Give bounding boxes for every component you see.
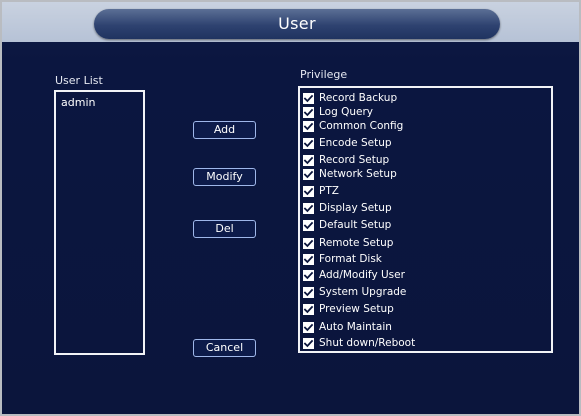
privilege-item[interactable]: Network Setup [303,167,397,181]
privilege-item[interactable]: Encode Setup [303,136,392,150]
privilege-item[interactable]: Remote Setup [303,236,393,250]
checkbox-icon[interactable] [303,237,314,249]
privilege-list: Record Backup Log Query Common Config Encod… [298,86,553,353]
privilege-item[interactable]: Display Setup [303,201,392,215]
checkbox-icon[interactable] [303,120,314,132]
privilege-item[interactable]: PTZ [303,184,339,198]
privilege-item[interactable]: Log Query [303,105,373,119]
checkbox-icon[interactable] [303,168,314,180]
checkbox-icon[interactable] [303,202,314,214]
user-list[interactable]: admin [54,90,145,355]
privilege-item[interactable]: Default Setup [303,218,391,232]
checkbox-icon[interactable] [303,321,314,333]
modify-button[interactable]: Modify [193,168,256,186]
privilege-item[interactable]: Common Config [303,119,403,133]
privilege-item-label: Log Query [319,106,374,118]
user-list-label: User List [55,74,103,87]
privilege-item-label: System Upgrade [319,286,407,298]
privilege-item-label: Record Backup [319,92,398,104]
privilege-item-label: Preview Setup [319,303,394,315]
privilege-item-label: Default Setup [319,219,392,231]
user-list-item-admin[interactable]: admin [61,96,95,109]
checkbox-icon[interactable] [303,185,314,197]
checkbox-icon[interactable] [303,92,314,104]
privilege-item-label: Shut down/Reboot [319,337,416,349]
privilege-item[interactable]: Add/Modify User [303,268,405,282]
privilege-item-label: Remote Setup [319,237,394,249]
checkbox-icon[interactable] [303,253,314,265]
checkbox-icon[interactable] [303,303,314,315]
privilege-item-label: Encode Setup [319,137,392,149]
delete-button[interactable]: Del [193,220,256,238]
checkbox-icon[interactable] [303,106,314,118]
privilege-item-label: Common Config [319,120,404,132]
privilege-item[interactable]: Format Disk [303,252,382,266]
user-dialog: User User List admin Add Modify Del Canc… [0,0,581,416]
checkbox-icon[interactable] [303,269,314,281]
privilege-item[interactable]: Record Backup [303,91,397,105]
checkbox-icon[interactable] [303,219,314,231]
privilege-item-label: PTZ [319,185,339,197]
cancel-button[interactable]: Cancel [193,339,256,357]
privilege-item[interactable]: Preview Setup [303,302,394,316]
privilege-item[interactable]: System Upgrade [303,285,406,299]
privilege-item-label: Display Setup [319,202,392,214]
privilege-item-label: Network Setup [319,168,397,180]
privilege-item[interactable]: Shut down/Reboot [303,336,415,350]
title-bar: User [2,2,579,42]
privilege-item-label: Format Disk [319,253,382,265]
checkbox-icon[interactable] [303,286,314,298]
privilege-item[interactable]: Record Setup [303,153,389,167]
checkbox-icon[interactable] [303,137,314,149]
checkbox-icon[interactable] [303,154,314,166]
dialog-title: User [94,9,500,39]
privilege-item[interactable]: Auto Maintain [303,320,392,334]
privilege-item-label: Auto Maintain [319,321,392,333]
checkbox-icon[interactable] [303,337,314,349]
privilege-item-label: Add/Modify User [319,269,405,281]
privilege-item-label: Record Setup [319,154,390,166]
privilege-label: Privilege [300,68,348,81]
add-button[interactable]: Add [193,121,256,139]
